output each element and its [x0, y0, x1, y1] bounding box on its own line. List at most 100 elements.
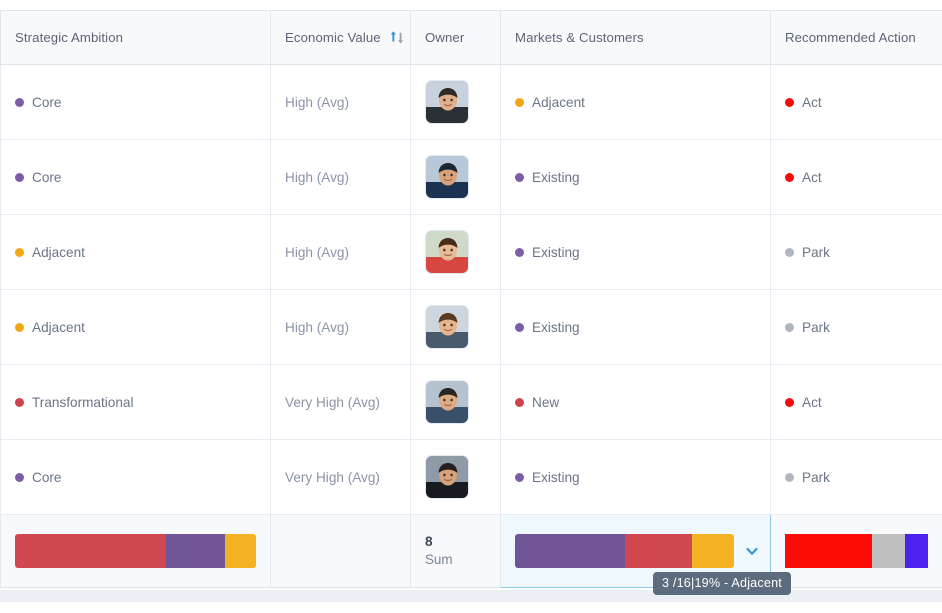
bar-segment[interactable] — [692, 534, 734, 568]
cell-recommended-action[interactable]: Act — [770, 139, 942, 215]
status-dot-icon — [15, 472, 24, 482]
cell-owner[interactable] — [410, 64, 501, 140]
table-row[interactable]: Transformational Very High (Avg) New Act — [0, 364, 942, 440]
bar-segment[interactable] — [515, 534, 625, 568]
column-header-owner[interactable]: Owner — [410, 10, 501, 65]
cell-owner[interactable] — [410, 214, 501, 290]
grid-app: Strategic Ambition Economic Value Owner … — [0, 0, 942, 613]
recommended-action-summary-bar[interactable] — [785, 534, 928, 568]
bar-segment[interactable] — [624, 534, 693, 568]
avatar — [425, 305, 469, 349]
cell-economic-value[interactable]: High (Avg) — [270, 64, 411, 140]
column-header-label: Strategic Ambition — [15, 30, 124, 45]
status-dot-icon — [515, 472, 524, 482]
column-header-recommended-action[interactable]: Recommended Action — [770, 10, 942, 65]
cell-recommended-action[interactable]: Park — [770, 214, 942, 290]
cell-markets-customers[interactable]: Adjacent — [500, 64, 771, 140]
bar-segment[interactable] — [224, 534, 256, 568]
grid-header: Strategic Ambition Economic Value Owner … — [0, 10, 942, 65]
cell-value: Adjacent — [32, 244, 85, 260]
cell-value: Act — [802, 169, 822, 185]
bottom-white-strip — [0, 602, 942, 613]
cell-value: Core — [32, 469, 62, 485]
column-header-label: Economic Value — [285, 30, 381, 45]
cell-value: Transformational — [32, 394, 134, 410]
cell-value: New — [532, 394, 560, 410]
status-dot-icon — [785, 247, 794, 257]
column-header-label: Owner — [425, 30, 465, 45]
cell-markets-customers[interactable]: Existing — [500, 439, 771, 515]
status-dot-icon — [515, 397, 524, 407]
cell-recommended-action[interactable]: Park — [770, 289, 942, 365]
cell-strategic-ambition[interactable]: Core — [0, 439, 271, 515]
cell-markets-customers[interactable]: Existing — [500, 214, 771, 290]
cell-recommended-action[interactable]: Act — [770, 64, 942, 140]
column-header-economic-value[interactable]: Economic Value — [270, 10, 411, 65]
cell-owner[interactable] — [410, 364, 501, 440]
cell-economic-value[interactable]: Very High (Avg) — [270, 364, 411, 440]
bar-segment[interactable] — [165, 534, 225, 568]
column-header-markets-customers[interactable]: Markets & Customers — [500, 10, 771, 65]
status-dot-icon — [785, 472, 794, 482]
cell-value: Park — [802, 319, 830, 335]
bar-segment[interactable] — [785, 534, 873, 568]
cell-economic-value[interactable]: Very High (Avg) — [270, 439, 411, 515]
status-dot-icon — [15, 172, 24, 182]
cell-owner[interactable] — [410, 139, 501, 215]
cell-value: Existing — [532, 169, 580, 185]
cell-value: Adjacent — [32, 319, 85, 335]
status-dot-icon — [515, 172, 524, 182]
status-dot-icon — [15, 397, 24, 407]
cell-value: Park — [802, 244, 830, 260]
table-row[interactable]: Core High (Avg) Adjacent Act — [0, 64, 942, 140]
cell-owner[interactable] — [410, 289, 501, 365]
cell-economic-value[interactable]: High (Avg) — [270, 139, 411, 215]
status-dot-icon — [515, 247, 524, 257]
cell-strategic-ambition[interactable]: Adjacent — [0, 214, 271, 290]
cell-economic-value[interactable]: High (Avg) — [270, 289, 411, 365]
status-dot-icon — [785, 97, 794, 107]
cell-strategic-ambition[interactable]: Adjacent — [0, 289, 271, 365]
markets-customers-summary-bar[interactable] — [515, 534, 734, 568]
cell-economic-value[interactable]: High (Avg) — [270, 214, 411, 290]
cell-recommended-action[interactable]: Act — [770, 364, 942, 440]
strategic-ambition-summary-bar[interactable] — [15, 534, 256, 568]
summary-cell-owner[interactable]: 8 Sum — [410, 514, 501, 588]
table-row[interactable]: Adjacent High (Avg) Existing Park — [0, 214, 942, 290]
cell-recommended-action[interactable]: Park — [770, 439, 942, 515]
status-dot-icon — [15, 247, 24, 257]
cell-strategic-ambition[interactable]: Core — [0, 64, 271, 140]
table-row[interactable]: Adjacent High (Avg) Existing Park — [0, 289, 942, 365]
cell-value: Act — [802, 394, 822, 410]
table-row[interactable]: Core High (Avg) Existing Act — [0, 139, 942, 215]
cell-strategic-ambition[interactable]: Transformational — [0, 364, 271, 440]
grid-summary-row: 8 Sum — [0, 514, 942, 588]
cell-owner[interactable] — [410, 439, 501, 515]
summary-cell-strategic-ambition[interactable] — [0, 514, 271, 588]
cell-markets-customers[interactable]: Existing — [500, 289, 771, 365]
bar-segment[interactable] — [15, 534, 166, 568]
status-dot-icon — [15, 322, 24, 332]
bar-segment[interactable] — [905, 534, 928, 568]
avatar — [425, 455, 469, 499]
cell-value: Core — [32, 94, 62, 110]
cell-markets-customers[interactable]: New — [500, 364, 771, 440]
summary-cell-recommended-action[interactable] — [770, 514, 942, 588]
bar-segment[interactable] — [872, 534, 906, 568]
cell-strategic-ambition[interactable]: Core — [0, 139, 271, 215]
table-row[interactable]: Core Very High (Avg) Existing Park — [0, 439, 942, 515]
cell-value: Adjacent — [532, 94, 585, 110]
data-grid: Strategic Ambition Economic Value Owner … — [0, 10, 942, 588]
avatar — [425, 80, 469, 124]
chevron-down-icon[interactable] — [744, 543, 760, 559]
owner-sum-value: 8 — [425, 533, 433, 549]
cell-markets-customers[interactable]: Existing — [500, 139, 771, 215]
cell-value: Core — [32, 169, 62, 185]
column-header-strategic-ambition[interactable]: Strategic Ambition — [0, 10, 271, 65]
top-spacer — [0, 0, 942, 10]
sort-asc-desc-icon[interactable] — [390, 30, 405, 45]
summary-cell-economic-value[interactable] — [270, 514, 411, 588]
column-header-label: Recommended Action — [785, 30, 916, 45]
cell-value: Existing — [532, 469, 580, 485]
cell-value: Act — [802, 94, 822, 110]
